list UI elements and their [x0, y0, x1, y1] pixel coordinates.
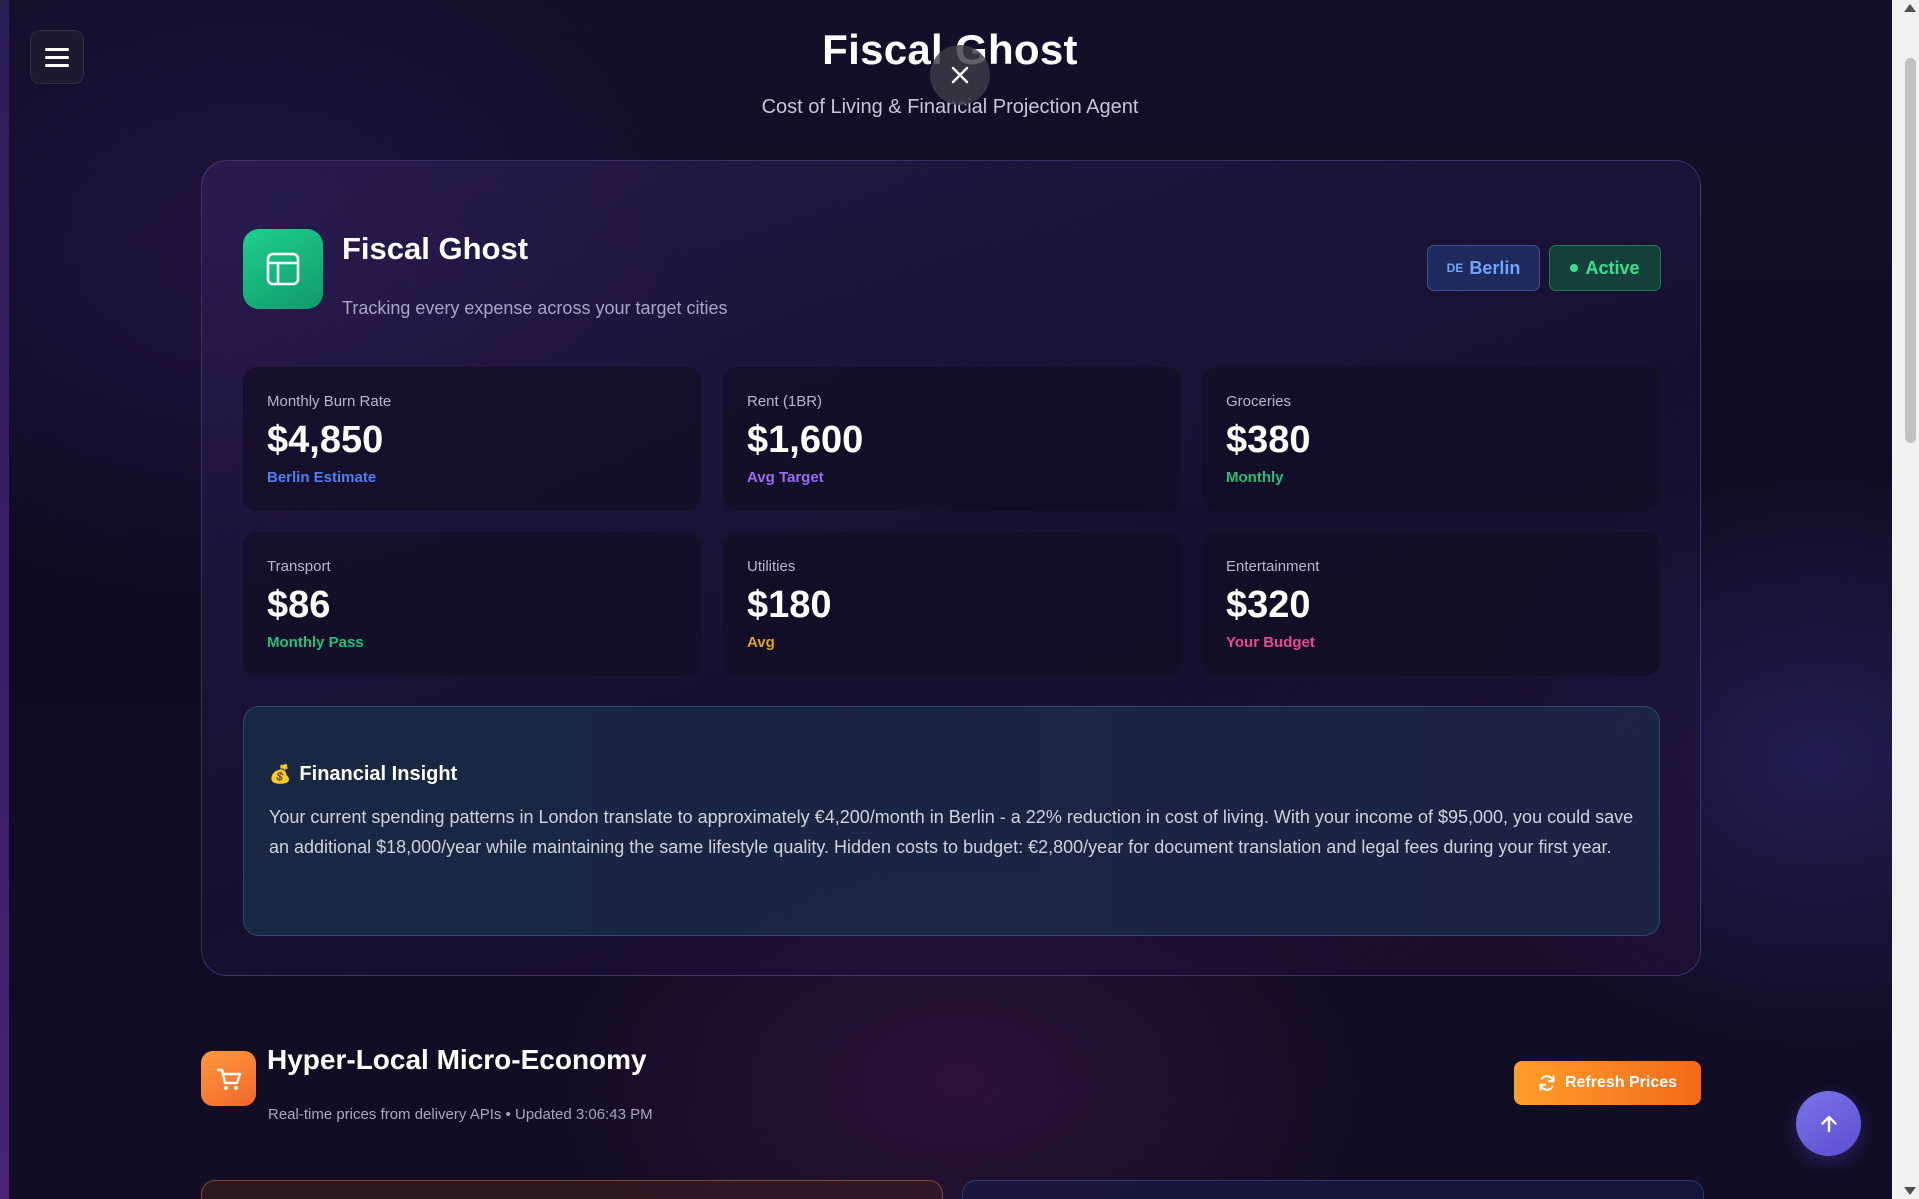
status-dot-icon [1570, 264, 1579, 272]
stat-value: $380 [1226, 419, 1311, 461]
refresh-icon [1539, 1075, 1555, 1091]
shopping-cart-icon [216, 1068, 241, 1090]
left-edge-accent [0, 0, 9, 1199]
stat-card-utilities: Utilities $180 Avg [723, 532, 1181, 676]
stat-label: Entertainment [1226, 558, 1320, 575]
city-badge[interactable]: DE Berlin [1427, 245, 1540, 291]
micro-economy-title: Hyper-Local Micro-Economy [267, 1044, 647, 1075]
stat-card-entertainment: Entertainment $320 Your Budget [1202, 532, 1660, 676]
stat-value: $320 [1226, 584, 1311, 626]
stat-label: Transport [267, 558, 331, 575]
stat-card-transport: Transport $86 Monthly Pass [243, 532, 701, 676]
insight-title: Financial Insight [299, 763, 458, 785]
refresh-prices-button[interactable]: Refresh Prices [1514, 1061, 1701, 1105]
arrow-up-icon [1820, 1115, 1837, 1132]
city-badge-label: Berlin [1469, 257, 1521, 278]
flag-icon: DE [1446, 261, 1464, 275]
insight-body: Your current spending patterns in London… [269, 807, 1634, 857]
price-card-left [201, 1180, 943, 1199]
stat-label: Utilities [747, 558, 796, 575]
agent-panel: Fiscal Ghost Tracking every expense acro… [201, 160, 1701, 976]
stat-subtext: Monthly [1226, 469, 1284, 486]
insight-heading: 💰 Financial Insight [269, 763, 457, 786]
financial-insight-box: 💰 Financial Insight Your current spendin… [243, 706, 1660, 936]
stat-subtext: Avg [747, 634, 775, 651]
money-bag-icon: 💰 [269, 764, 292, 784]
stat-label: Rent (1BR) [747, 393, 823, 410]
app-background: Fiscal Ghost Cost of Living & Financial … [0, 0, 1892, 1199]
stat-label: Groceries [1226, 393, 1292, 410]
scroll-to-top-button[interactable] [1796, 1091, 1861, 1156]
refresh-prices-label: Refresh Prices [1564, 1074, 1678, 1091]
micro-economy-icon [201, 1051, 256, 1106]
stat-card-rent: Rent (1BR) $1,600 Avg Target [723, 367, 1181, 511]
agent-app-icon [243, 229, 323, 309]
stat-subtext: Avg Target [747, 469, 824, 486]
agent-description: Tracking every expense across your targe… [342, 298, 728, 318]
scrollbar-thumb[interactable] [1905, 58, 1916, 443]
price-card-right [962, 1180, 1704, 1199]
agent-title: Fiscal Ghost [342, 231, 529, 266]
stat-subtext: Monthly Pass [267, 634, 364, 651]
stat-value: $180 [747, 584, 832, 626]
scroll-up-arrow-icon[interactable] [1904, 4, 1916, 12]
layout-icon [266, 252, 300, 286]
stat-subtext: Your Budget [1226, 634, 1315, 651]
stat-value: $86 [267, 584, 331, 626]
close-icon [951, 66, 969, 84]
stat-value: $4,850 [267, 419, 384, 461]
stat-label: Monthly Burn Rate [267, 393, 392, 410]
stat-value: $1,600 [747, 419, 864, 461]
scroll-down-arrow-icon[interactable] [1904, 1187, 1916, 1195]
stat-card-monthly-burn-rate: Monthly Burn Rate $4,850 Berlin Estimate [243, 367, 701, 511]
status-badge: Active [1549, 245, 1661, 291]
stat-subtext: Berlin Estimate [267, 469, 377, 486]
stat-card-groceries: Groceries $380 Monthly [1202, 367, 1660, 511]
close-button[interactable] [930, 45, 990, 105]
status-badge-label: Active [1585, 257, 1640, 278]
micro-economy-subtitle: Real-time prices from delivery APIs • Up… [268, 1106, 653, 1123]
